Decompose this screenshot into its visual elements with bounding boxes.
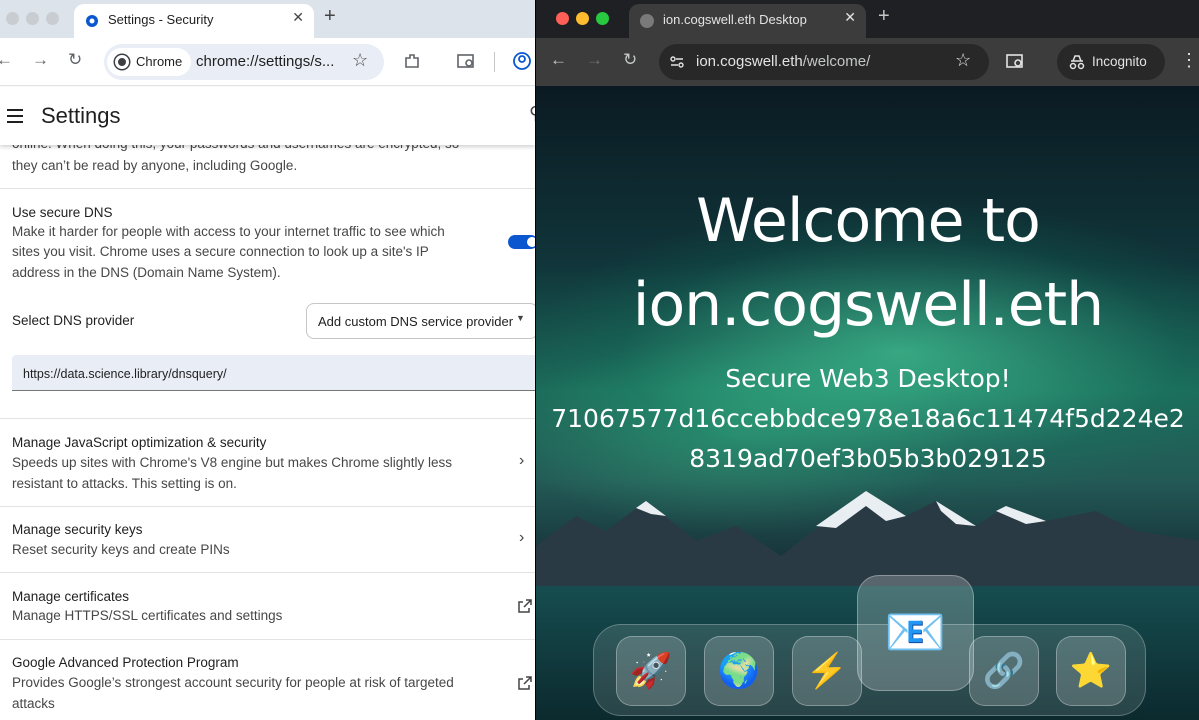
caret-down-icon: ▼ (516, 313, 525, 323)
email-icon[interactable]: 📧 (857, 575, 974, 691)
bookmark-star-icon[interactable]: ☆ (352, 50, 368, 71)
js-optimization-title: Manage JavaScript optimization & securit… (12, 435, 267, 450)
tab-title: Settings - Security (108, 12, 214, 27)
profile-icon[interactable] (512, 51, 532, 71)
toolbar-divider (494, 52, 495, 72)
subtitle: Secure Web3 Desktop! (725, 364, 1011, 393)
divider (0, 639, 535, 640)
lightning-icon[interactable]: ⚡ (792, 636, 862, 706)
link-icon[interactable]: 🔗 (969, 636, 1039, 706)
tab-title: ion.cogswell.eth Desktop (663, 12, 807, 27)
settings-content: online. When doing this, your passwords … (0, 136, 535, 720)
back-icon[interactable]: ← (550, 50, 567, 70)
tab-search-icon[interactable] (1006, 52, 1026, 70)
incognito-label: Incognito (1092, 54, 1147, 69)
minimize-window-button[interactable] (26, 12, 39, 25)
settings-gear-icon (86, 15, 98, 27)
url-text: ion.cogswell.eth/welcome/ (696, 53, 871, 70)
custom-dns-value: https://data.science.library/dnsquery/ (23, 367, 227, 381)
chrome-chip[interactable]: Chrome (107, 48, 191, 76)
js-optimization-desc: resistant to attacks. This setting is on… (12, 476, 237, 491)
divider (0, 572, 535, 573)
right-tab-strip: ion.cogswell.eth Desktop ✕ + (536, 0, 1199, 38)
maximize-window-button[interactable] (46, 12, 59, 25)
search-icon[interactable]: ⚲ (529, 103, 535, 124)
dns-provider-label: Select DNS provider (12, 313, 135, 328)
hash-line: 71067577d16ccebbdce978e18a6c11474f5d224e… (551, 404, 1185, 433)
close-tab-icon[interactable]: ✕ (292, 9, 304, 26)
more-menu-icon[interactable]: ⋮ (1180, 50, 1198, 71)
close-window-button[interactable] (6, 12, 19, 25)
certificates-title: Manage certificates (12, 589, 130, 604)
globe-favicon-icon (640, 14, 654, 28)
new-tab-button[interactable]: + (324, 5, 336, 28)
incognito-indicator[interactable]: Incognito (1057, 44, 1165, 80)
divider (0, 506, 535, 507)
right-toolbar: ← → ↻ ion.cogswell.eth/welcome/ ☆ Incogn… (536, 38, 1199, 86)
url-text: chrome://settings/s... (196, 53, 335, 70)
forward-icon[interactable]: → (32, 50, 49, 70)
chevron-right-icon: › (519, 452, 525, 469)
tab-ion-desktop[interactable]: ion.cogswell.eth Desktop ✕ (629, 4, 866, 38)
advanced-protection-title: Google Advanced Protection Program (12, 655, 239, 670)
dns-provider-selected: Add custom DNS service provider (318, 314, 514, 329)
divider (0, 188, 535, 189)
secure-dns-desc: Make it harder for people with access to… (12, 224, 445, 239)
close-tab-icon[interactable]: ✕ (844, 9, 856, 26)
address-bar[interactable]: ion.cogswell.eth/welcome/ ☆ (659, 44, 989, 80)
minimize-window-button[interactable] (576, 12, 589, 25)
truncated-desc-line: they can’t be read by anyone, including … (12, 158, 298, 173)
settings-window: Settings - Security ✕ + ← → ↻ Chrome chr… (0, 0, 535, 720)
security-keys-desc: Reset security keys and create PINs (12, 542, 230, 557)
close-window-button[interactable] (556, 12, 569, 25)
divider (0, 418, 535, 419)
new-tab-button[interactable]: + (878, 5, 890, 28)
secure-dns-toggle[interactable] (508, 235, 535, 249)
incognito-window: ion.cogswell.eth Desktop ✕ + ← → ↻ ion.c… (535, 0, 1199, 720)
chevron-right-icon: › (519, 529, 525, 546)
external-link-icon (518, 599, 532, 613)
dns-provider-select[interactable]: Add custom DNS service provider ▼ (306, 303, 535, 339)
hash-line: 8319ad70ef3b05b3b029125 (689, 444, 1047, 473)
chrome-logo-icon (115, 55, 129, 69)
reload-icon[interactable]: ↻ (623, 50, 637, 70)
tab-search-icon[interactable] (457, 52, 477, 70)
bookmark-star-icon[interactable]: ☆ (955, 50, 971, 71)
security-keys-title: Manage security keys (12, 522, 143, 537)
custom-dns-input[interactable]: https://data.science.library/dnsquery/ (12, 355, 535, 391)
forward-icon[interactable]: → (586, 50, 603, 70)
menu-icon[interactable] (7, 109, 23, 123)
advanced-protection-desc: attacks (12, 696, 55, 711)
settings-header: Settings ⚲ (0, 87, 535, 145)
incognito-icon (1069, 55, 1085, 70)
external-link-icon (518, 676, 532, 690)
tab-settings-security[interactable]: Settings - Security ✕ (74, 4, 314, 38)
secure-dns-title: Use secure DNS (12, 205, 113, 220)
welcome-heading: Welcome to (696, 186, 1041, 256)
left-toolbar: ← → ↻ Chrome chrome://settings/s... ☆ (0, 38, 535, 86)
left-tab-strip: Settings - Security ✕ + (0, 0, 535, 38)
address-bar[interactable]: Chrome chrome://settings/s... ☆ (104, 44, 384, 80)
secure-dns-desc: address in the DNS (Domain Name System). (12, 265, 281, 280)
secure-dns-desc: sites you visit. Chrome uses a secure co… (12, 244, 429, 259)
rocket-icon[interactable]: 🚀 (616, 636, 686, 706)
certificates-desc: Manage HTTPS/SSL certificates and settin… (12, 608, 283, 623)
back-icon[interactable]: ← (0, 50, 13, 70)
reload-icon[interactable]: ↻ (68, 50, 82, 70)
chrome-chip-label: Chrome (136, 54, 183, 69)
domain-heading: ion.cogswell.eth (632, 270, 1104, 340)
page-title: Settings (41, 103, 121, 128)
site-info-icon[interactable] (669, 54, 685, 70)
js-optimization-desc: Speeds up sites with Chrome's V8 engine … (12, 455, 453, 470)
globe-icon[interactable]: 🌍 (704, 636, 774, 706)
maximize-window-button[interactable] (596, 12, 609, 25)
extensions-icon[interactable] (403, 52, 421, 70)
advanced-protection-desc: Provides Google’s strongest account secu… (12, 675, 454, 690)
star-icon[interactable]: ⭐ (1056, 636, 1126, 706)
